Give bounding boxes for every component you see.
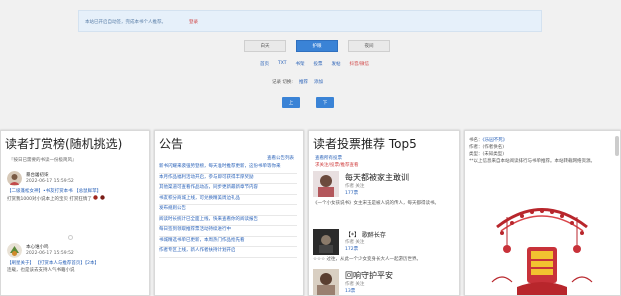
book-desc: ☆☆☆ 过往，从此一个少女变身长大人一起游历世界。 [313,257,422,262]
book-votes: 13票 [345,288,355,294]
record-row: 记录 切换: 推荐 添加 [272,79,323,85]
book-cover[interactable] [313,229,339,255]
announcement-item[interactable]: 其他渠道可查看作品动态，同步更新最新章节内容 [159,184,297,195]
reward-time: 2022-06-17 15:59:52 [26,251,74,256]
book-info-value[interactable]: 《乐园不死》 [483,138,508,143]
theme-day-button[interactable]: 白天 [244,40,286,52]
list-item: 本心谁小鸣 2022-06-17 15:59:52 【刷星关于】 【打赏本人与推… [7,243,145,283]
reward-user-name[interactable]: 暴台屠初柒 [26,172,49,178]
book-info-label: 作者： [469,145,483,150]
reward-panel-note: 『按日已需要的书读一份极简风』 [9,158,77,163]
book-vote-count: 13票 [345,289,356,294]
announcement-item[interactable]: 阅读时长统计已全面上线，快来查看你的阅读报告 [159,216,297,226]
book-title[interactable]: 【*】 歌醉长存 [345,230,386,239]
divider-dot [68,235,73,240]
book-info-label: 书名： [469,138,483,143]
nav-link-bookshelf[interactable]: 书架 [296,61,305,67]
nav-link-post[interactable]: 发帖 [332,61,341,67]
announcement-item[interactable]: 作者专区上线，新人作者扶持计划开启 [159,247,297,258]
festival-poster-image [491,208,593,295]
book-item[interactable]: 回响守护平安 作者 关注 13票 [313,269,459,295]
announcement-more-link[interactable]: 查看公告列表 [267,155,294,161]
theme-switcher: 白天 护眼 夜间 [244,40,390,52]
heart-icon [93,195,99,200]
notice-login-link[interactable]: 登录 [189,19,198,25]
vote-panel: 读者投票推荐 Top5 查看所有投票 求关注/投票/推荐查看 每天都被家主敢训 … [308,130,460,296]
announcement-item[interactable]: 新书闪耀来袭强势登榜，每天准时推荐更新，这份书单等你来 [159,163,297,174]
book-item[interactable]: 每天都被家主敢训 作者 关注 177票 《一个小女孩说书》女主宋玉是被人说的传人… [313,171,459,227]
reward-panel-title: 读者打赏榜(随机挑选) [5,137,123,151]
vote-request-link[interactable]: 求关注/投票/推荐查看 [315,162,359,169]
book-info-value: (作者佚名) [482,145,505,150]
book-cover[interactable] [313,171,339,197]
notice-text: 本站已开启自动签，完成本书个人推荐。 [85,20,166,25]
heart-icon [100,195,105,200]
vote-panel-links: 查看所有投票 求关注/投票/推荐查看 [315,155,359,169]
nav-links: 首页 TXT 书架 投票 发帖 抖音/微信 [260,61,369,67]
reward-line: 连载，也是该去支持人气书籍小说 [7,267,75,273]
book-vote-count: 177票 [345,191,359,196]
reward-line-text: 连载，也是该去支持人气书籍小说 [7,268,75,273]
book-cover[interactable] [313,269,339,295]
book-info-lines: 书名：《乐园不死》 作者：(作者佚名) 类型：(未知类型) **以上信息来自本站… [469,137,595,165]
reward-line[interactable]: 【刷星关于】 【打赏本人与推荐首页】【2本】 [7,260,99,266]
announcement-panel: 公告 查看公告列表 新书闪耀来袭强势登榜，每天准时推荐更新，这份书单等你来 本月… [154,130,304,296]
announcement-panel-title: 公告 [159,137,184,151]
book-info-line: 类型：(未知类型) [469,151,595,158]
book-votes: 177票 [345,190,358,196]
reward-line-text: 打赏我1000对小说本上的宝贝 打赏狂情了 [7,197,92,202]
notice-bar: 本站已开启自动签，完成本书个人推荐。 登录 [78,10,542,32]
book-vote-count: 172票 [345,247,359,252]
reward-panel: 读者打赏榜(随机挑选) 『按日已需要的书读一份极简风』 暴台屠初柒 2022-0… [0,130,150,296]
book-info-label: 类型： [469,152,483,157]
book-title[interactable]: 回响守护平安 [345,270,393,281]
page-actions: 上 下 [282,97,334,108]
announcement-item[interactable]: 书城精选书单已更新，本周热门作品抢先看 [159,237,297,247]
nav-link-home[interactable]: 首页 [260,61,269,67]
reward-user-name[interactable]: 本心谁小鸣 [26,244,49,250]
reward-line[interactable]: 【二级蓬松女神】•书友打赏本书 【总鼠鲜苹】 [7,188,101,194]
book-desc: 《一个小女孩说书》女主宋玉是被人说的传人，每天都得读书。 [313,201,439,206]
book-meta: 作者 关注 [345,240,365,245]
book-info-line: **以上信息来自本站阅读排行与书单推荐。本站转载网络资源。 [469,158,595,165]
avatar [7,171,22,186]
vote-all-link[interactable]: 查看所有投票 [315,155,359,162]
book-meta: 作者 关注 [345,282,365,287]
record-recommend-link[interactable]: 推荐 [299,79,308,85]
announcement-item[interactable]: 书友积分商城上线，可兑换精美周边礼品 [159,195,297,205]
reward-time: 2022-06-17 15:59:52 [26,179,74,184]
announcement-item[interactable]: 发布规则公告 [159,205,297,216]
announcement-item[interactable]: 本月作品福利活动开启，参与即可获得丰厚奖励 [159,174,297,184]
announcement-item[interactable]: 每日签到领取推荐票活动持续进行中 [159,226,297,237]
prev-page-button[interactable]: 上 [282,97,300,108]
book-info-value: **以上信息来自本站阅读排行与书单推荐。本站转载网络资源。 [469,159,595,164]
vote-panel-title: 读者投票推荐 Top5 [313,137,417,151]
nav-link-txt[interactable]: TXT [278,61,287,67]
scrollbar-thumb[interactable] [615,136,619,156]
next-page-button[interactable]: 下 [316,97,334,108]
theme-night-button[interactable]: 夜间 [348,40,390,52]
book-info-value: (未知类型) [482,152,505,157]
book-title[interactable]: 每天都被家主敢训 [345,172,409,183]
record-label: 记录 切换: [272,80,293,85]
reward-line: 打赏我1000对小说本上的宝贝 打赏狂情了 [7,195,105,202]
avatar [7,243,22,258]
nav-link-vote[interactable]: 投票 [314,61,323,67]
book-info-line: 书名：《乐园不死》 [469,137,595,144]
list-item: 暴台屠初柒 2022-06-17 15:59:52 【二级蓬松女神】•书友打赏本… [7,171,145,211]
announcement-list: 新书闪耀来袭强势登榜，每天准时推荐更新，这份书单等你来 本月作品福利活动开启，参… [159,163,297,258]
book-item[interactable]: 【*】 歌醉长存 作者 关注 172票 ☆☆☆ 过往，从此一个少女变身长大人一起… [313,229,459,265]
book-info-panel: 书名：《乐园不死》 作者：(作者佚名) 类型：(未知类型) **以上信息来自本站… [464,130,621,296]
book-info-line: 作者：(作者佚名) [469,144,595,151]
book-meta: 作者 关注 [345,184,365,189]
book-votes: 172票 [345,246,358,252]
nav-link-social[interactable]: 抖音/微信 [350,61,370,67]
record-add-link[interactable]: 添加 [314,79,323,85]
theme-eye-care-button[interactable]: 护眼 [296,40,338,52]
